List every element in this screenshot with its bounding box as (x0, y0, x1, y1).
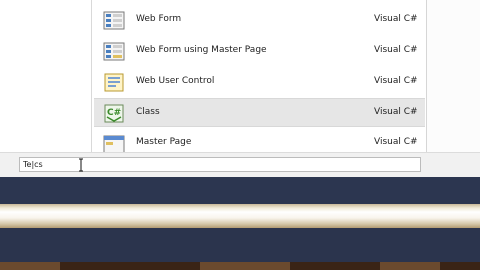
dark-panel (0, 177, 480, 204)
template-description-pane (427, 0, 480, 152)
web-form-icon (103, 11, 125, 30)
template-item-web-user-control[interactable]: Web User Control Visual C# (94, 68, 425, 97)
template-language: Visual C# (374, 14, 418, 24)
divider-stripe (0, 204, 480, 228)
template-item-web-form[interactable]: Web Form Visual C# (94, 6, 425, 35)
template-name: Class (136, 107, 160, 117)
dark-panel-lower (0, 228, 480, 262)
template-language: Visual C# (374, 137, 418, 147)
template-name: Web Form using Master Page (136, 45, 267, 55)
svg-text:C#: C# (107, 108, 121, 118)
template-language: Visual C# (374, 76, 418, 86)
template-language: Visual C# (374, 107, 418, 117)
template-item-class[interactable]: C# Class Visual C# (94, 98, 425, 127)
template-item-web-form-master[interactable]: Web Form using Master Page Visual C# (94, 37, 425, 66)
text-cursor-icon (79, 158, 83, 172)
csharp-class-icon: C# (104, 104, 124, 123)
template-name: Web Form (136, 14, 182, 24)
master-page-icon (103, 135, 125, 152)
template-list: Web Form Visual C# Web Form using Master… (92, 0, 427, 152)
template-language: Visual C# (374, 45, 418, 55)
web-form-master-icon (103, 42, 125, 61)
template-name: Web User Control (136, 76, 215, 86)
taskbar-segment (200, 262, 290, 270)
taskbar-segment (0, 262, 60, 270)
taskbar-segment (380, 262, 440, 270)
template-item-master-page[interactable]: Master Page Visual C# (94, 129, 425, 152)
installed-templates-pane (0, 0, 92, 152)
add-new-item-dialog: Web Form Visual C# Web Form using Master… (0, 0, 480, 152)
name-row (0, 152, 480, 177)
template-name: Master Page (136, 137, 192, 147)
web-user-control-icon (104, 73, 124, 92)
